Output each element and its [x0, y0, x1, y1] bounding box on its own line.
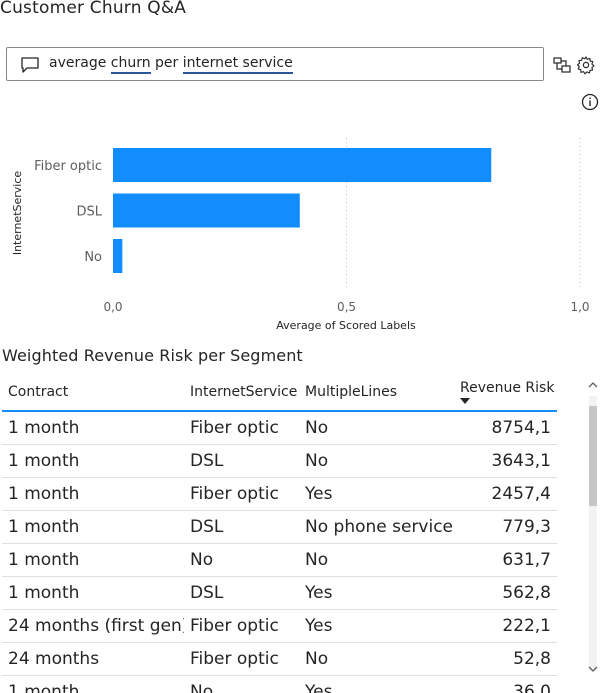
- cell-multiplelines: Yes: [299, 477, 454, 511]
- cell-multiplelines: No: [299, 444, 454, 478]
- column-header-revenue-risk-label: Revenue Risk: [460, 380, 555, 396]
- cell-contract: 1 month: [2, 477, 184, 511]
- cell-internetservice: No: [184, 543, 299, 577]
- cell-revenue-risk: 52,8: [454, 642, 557, 676]
- qa-question-text[interactable]: average churn per internet service: [49, 55, 293, 74]
- cell-revenue-risk: 779,3: [454, 510, 557, 544]
- qa-recognized-term: churn: [110, 55, 151, 74]
- cell-contract: 24 months (first gen): [2, 609, 184, 643]
- table-row[interactable]: 1 month Fiber optic Yes 2457,4: [2, 477, 557, 511]
- cell-multiplelines: Yes: [299, 609, 454, 643]
- cell-multiplelines: No: [299, 642, 454, 676]
- cell-revenue-risk: 222,1: [454, 609, 557, 643]
- column-header-contract[interactable]: Contract: [2, 374, 184, 412]
- table-row[interactable]: 24 months Fiber optic No 52,8: [2, 642, 557, 676]
- cell-internetservice: Fiber optic: [184, 642, 299, 676]
- table-header-row: Contract InternetService MultipleLines R…: [2, 374, 557, 412]
- cell-revenue-risk: 8754,1: [454, 411, 557, 445]
- cell-multiplelines: Yes: [299, 675, 454, 693]
- scroll-down-icon[interactable]: [586, 662, 600, 676]
- sort-descending-icon: [460, 398, 470, 404]
- cell-contract: 24 months: [2, 642, 184, 676]
- cell-contract: 1 month: [2, 510, 184, 544]
- column-header-revenue-risk[interactable]: Revenue Risk: [454, 374, 557, 412]
- scroll-up-icon[interactable]: [586, 378, 600, 392]
- y-axis-title: InternetService: [11, 171, 24, 256]
- cell-revenue-risk: 3643,1: [454, 444, 557, 478]
- cell-revenue-risk: 631,7: [454, 543, 557, 577]
- cell-internetservice: Fiber optic: [184, 477, 299, 511]
- cell-internetservice: Fiber optic: [184, 411, 299, 445]
- cell-contract: 1 month: [2, 411, 184, 445]
- qa-question-word: per: [150, 55, 183, 71]
- category-label: No: [84, 250, 102, 265]
- x-tick-label: 0,0: [103, 300, 122, 314]
- cell-multiplelines: No: [299, 411, 454, 445]
- table-title: Weighted Revenue Risk per Segment: [2, 346, 303, 365]
- cell-revenue-risk: 36,0: [454, 675, 557, 693]
- x-tick-label: 0,5: [337, 300, 356, 314]
- table-row[interactable]: 1 month No No 631,7: [2, 543, 557, 577]
- x-axis-title: Average of Scored Labels: [276, 319, 416, 332]
- cell-revenue-risk: 562,8: [454, 576, 557, 610]
- cell-internetservice: No: [184, 675, 299, 693]
- chat-bubble-icon: [21, 57, 39, 73]
- column-header-internetservice[interactable]: InternetService: [184, 374, 299, 412]
- table-row[interactable]: 1 month DSL No phone service 779,3: [2, 510, 557, 544]
- cell-contract: 1 month: [2, 576, 184, 610]
- scroll-thumb[interactable]: [589, 406, 597, 506]
- category-label: Fiber optic: [34, 159, 102, 174]
- table-scrollbar[interactable]: [586, 376, 600, 693]
- bar: [113, 148, 492, 182]
- x-tick-label: 1,0: [570, 300, 589, 314]
- cell-internetservice: Fiber optic: [184, 609, 299, 643]
- table-row[interactable]: 1 month DSL No 3643,1: [2, 444, 557, 478]
- qa-question-word: average: [49, 55, 111, 71]
- cell-contract: 1 month: [2, 675, 184, 693]
- table-row[interactable]: 1 month DSL Yes 562,8: [2, 576, 557, 610]
- cell-contract: 1 month: [2, 444, 184, 478]
- qa-recognized-term: internet service: [182, 55, 293, 74]
- cell-multiplelines: No phone service: [299, 510, 454, 544]
- cell-contract: 1 month: [2, 543, 184, 577]
- cell-internetservice: DSL: [184, 576, 299, 610]
- gear-icon[interactable]: [576, 55, 596, 75]
- cell-internetservice: DSL: [184, 444, 299, 478]
- qa-question-input[interactable]: average churn per internet service: [6, 47, 544, 81]
- revenue-risk-table: Contract InternetService MultipleLines R…: [0, 374, 600, 693]
- turn-into-visual-icon[interactable]: [552, 55, 572, 75]
- column-header-multiplelines[interactable]: MultipleLines: [299, 374, 454, 412]
- cell-internetservice: DSL: [184, 510, 299, 544]
- table-row[interactable]: 1 month Fiber optic No 8754,1: [2, 411, 557, 445]
- page-title: Customer Churn Q&A: [0, 0, 187, 18]
- table-row[interactable]: 1 month No Yes 36,0: [2, 675, 557, 693]
- cell-multiplelines: Yes: [299, 576, 454, 610]
- cell-multiplelines: No: [299, 543, 454, 577]
- bar: [113, 239, 123, 273]
- table-row[interactable]: 24 months (first gen) Fiber optic Yes 222,1: [2, 609, 557, 643]
- category-label: DSL: [76, 205, 102, 220]
- info-icon[interactable]: [580, 92, 600, 112]
- cell-revenue-risk: 2457,4: [454, 477, 557, 511]
- bar-chart: Fiber optic DSL No 0,0 0,5 1,0 Average of Scor…: [11, 138, 590, 332]
- bar: [113, 193, 300, 228]
